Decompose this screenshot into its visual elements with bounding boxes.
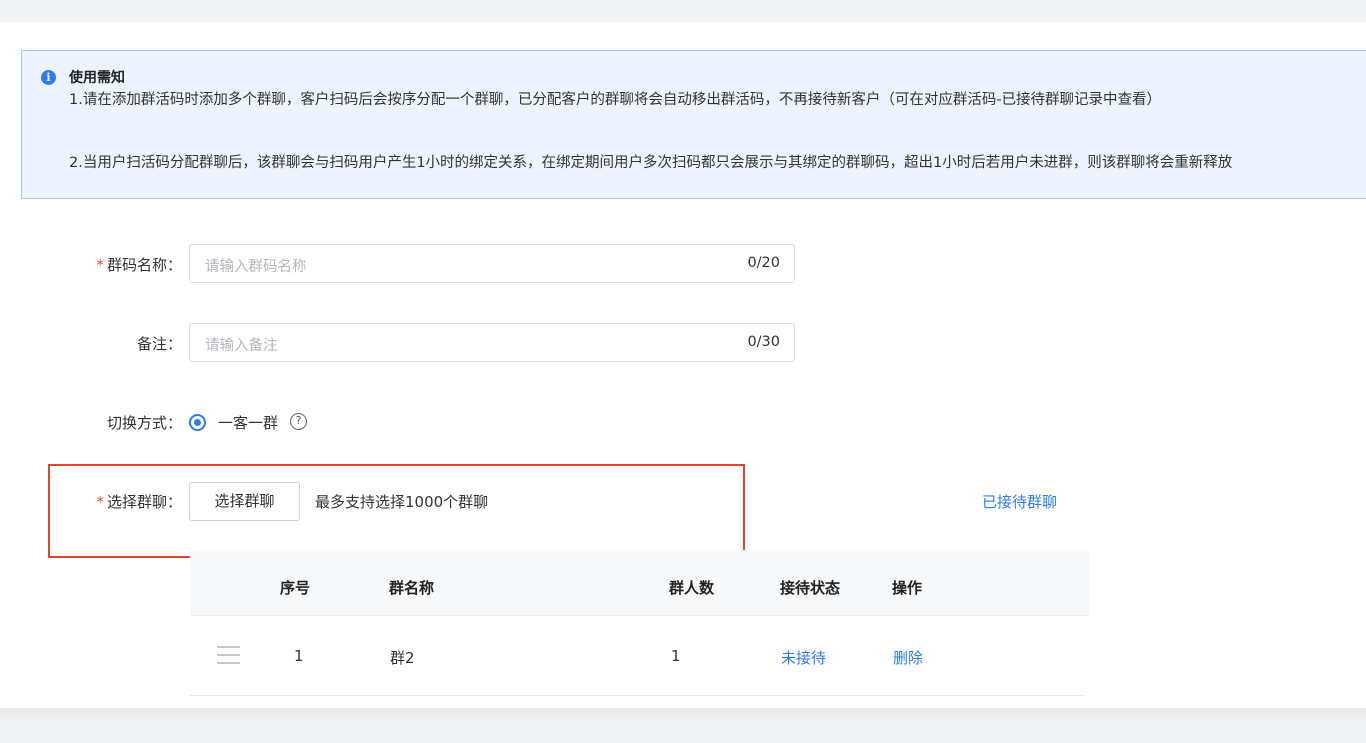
group-code-name-input[interactable]: 请输入群码名称 0/20 [189, 244, 795, 283]
row-delete-button[interactable]: 删除 [893, 647, 923, 668]
question-circle-icon[interactable]: ? [290, 413, 307, 430]
row-status-link[interactable]: 未接待 [781, 647, 826, 668]
remark-count: 0/30 [747, 334, 780, 350]
select-group-button[interactable]: 选择群聊 [189, 482, 300, 521]
row-member-count: 1 [671, 647, 681, 665]
header-action: 操作 [892, 579, 923, 597]
remark-input[interactable]: 请输入备注 0/30 [189, 323, 795, 362]
table-header: 序号 群名称 群人数 接待状态 操作 [190, 550, 1089, 616]
remark-label: 备注： [136, 335, 182, 353]
notice-line-1: 1.请在添加群活码时添加多个群聊，客户扫码后会按序分配一个群聊，已分配客户的群聊… [69, 92, 1162, 108]
select-group-hint: 最多支持选择1000个群聊 [315, 493, 489, 511]
info-icon: i [41, 70, 56, 85]
radio-option-label[interactable]: 一客一群 [218, 412, 278, 433]
remark-placeholder: 请输入备注 [205, 338, 278, 354]
required-mark: * [96, 256, 104, 274]
radio-one-customer-one-group[interactable] [189, 414, 206, 431]
row-group-name: 群2 [390, 649, 415, 667]
select-group-label: * 选择群聊： [96, 493, 182, 511]
header-status: 接待状态 [780, 579, 841, 597]
header-member-count: 群人数 [669, 579, 715, 597]
table-row: 1 群2 1 未接待 删除 [190, 617, 1083, 696]
group-code-name-placeholder: 请输入群码名称 [205, 259, 307, 275]
top-bar [0, 0, 1366, 22]
group-table: 序号 群名称 群人数 接待状态 操作 1 群2 1 未接待 删除 [190, 550, 1089, 697]
bottom-bar [0, 708, 1366, 743]
drag-handle-icon[interactable] [217, 646, 240, 666]
switch-mode-label: 切换方式： [106, 414, 182, 432]
notice-line-2: 2.当用户扫活码分配群聊后，该群聊会与扫码用户产生1小时的绑定关系，在绑定期间用… [69, 155, 1233, 171]
received-groups-link[interactable]: 已接待群聊 [982, 491, 1057, 512]
notice-title: 使用需知 [69, 70, 125, 86]
required-mark: * [96, 493, 104, 511]
usage-notice: i 使用需知 1.请在添加群活码时添加多个群聊，客户扫码后会按序分配一个群聊，已… [21, 50, 1366, 199]
group-code-name-label: * 群码名称： [96, 256, 182, 274]
group-code-name-count: 0/20 [747, 255, 780, 271]
header-index: 序号 [280, 579, 311, 597]
row-index: 1 [294, 647, 304, 665]
header-group-name: 群名称 [389, 579, 435, 597]
